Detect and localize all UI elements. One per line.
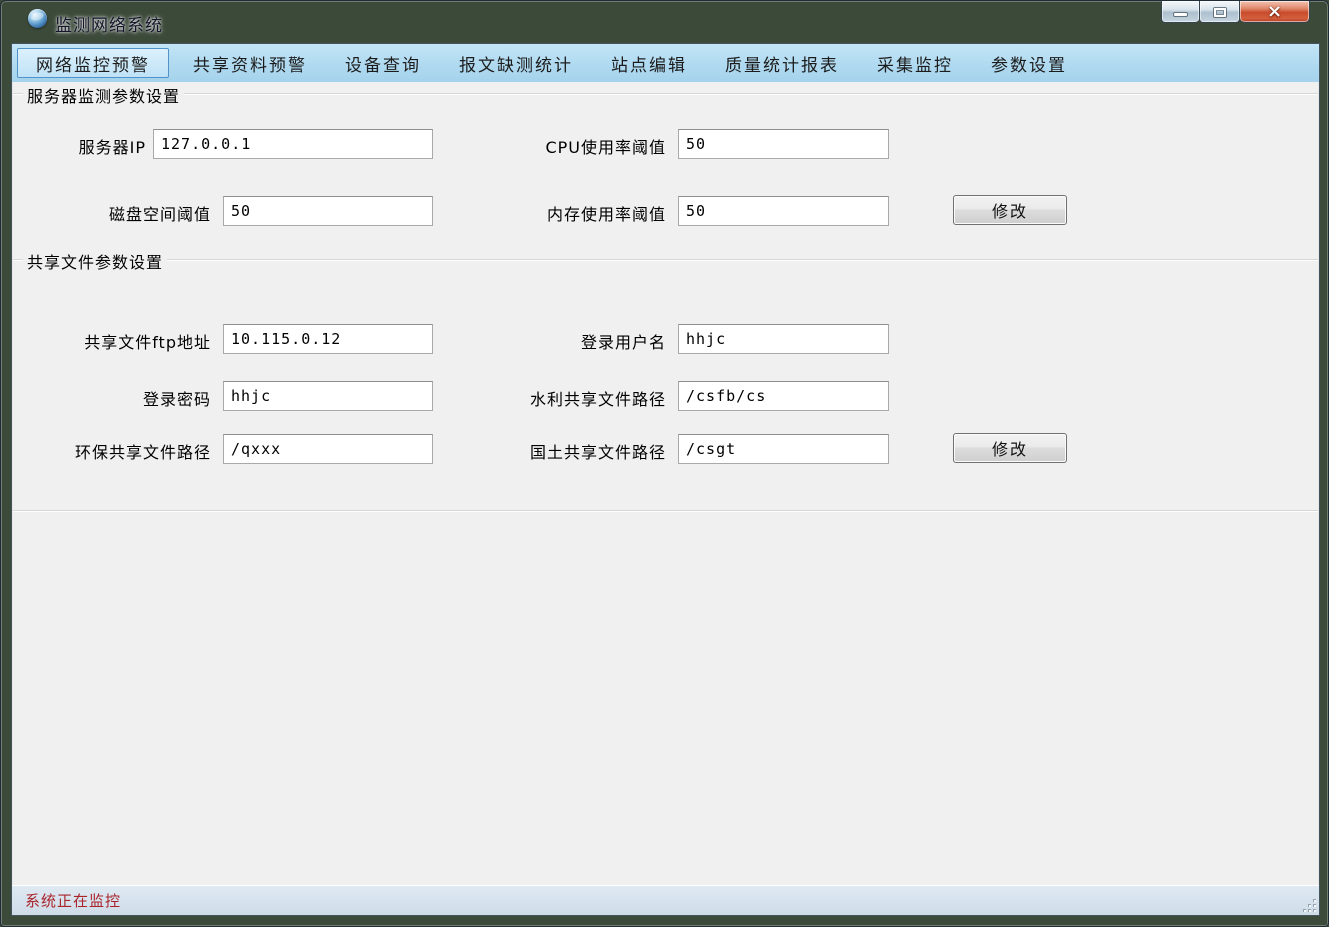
land-share-path-label: 国土共享文件路径 [493, 439, 666, 463]
cpu-threshold-input[interactable] [678, 129, 889, 159]
tab-station-edit[interactable]: 站点编辑 [597, 48, 701, 78]
tab-label: 参数设置 [991, 51, 1067, 76]
close-button[interactable]: × [1240, 1, 1310, 23]
minimize-button[interactable] [1161, 1, 1199, 23]
cpu-threshold-label: CPU使用率阈值 [493, 134, 666, 158]
globe-icon [28, 9, 47, 28]
memory-threshold-label: 内存使用率阈值 [493, 201, 666, 225]
resize-grip-icon[interactable] [1301, 897, 1317, 913]
login-password-input[interactable] [223, 381, 433, 411]
tab-label: 报文缺测统计 [459, 51, 573, 76]
status-text: 系统正在监控 [25, 890, 121, 911]
ftp-address-label: 共享文件ftp地址 [31, 329, 211, 353]
tab-bar: 网络监控预警 共享资料预警 设备查询 报文缺测统计 站点编辑 质量统计报表 采集… [12, 44, 1319, 82]
groupbox-divider [13, 510, 1318, 512]
disk-threshold-input[interactable] [223, 196, 433, 226]
app-window: 监测网络系统 × 网络监控预警 共享资料预警 设备查询 报文缺测统计 站点编辑 … [0, 0, 1329, 927]
share-modify-button[interactable]: 修改 [953, 433, 1067, 463]
tab-collection-monitor[interactable]: 采集监控 [863, 48, 967, 78]
close-icon: × [1267, 3, 1282, 21]
tab-device-query[interactable]: 设备查询 [331, 48, 435, 78]
window-title: 监测网络系统 [55, 11, 163, 36]
tab-parameter-settings[interactable]: 参数设置 [977, 48, 1081, 78]
disk-threshold-label: 磁盘空间阈值 [31, 201, 211, 225]
tab-label: 共享资料预警 [193, 51, 307, 76]
tab-label: 设备查询 [345, 51, 421, 76]
window-controls: × [1161, 1, 1310, 23]
tab-quality-report[interactable]: 质量统计报表 [711, 48, 853, 78]
server-ip-input[interactable] [153, 129, 433, 159]
tab-label: 采集监控 [877, 51, 953, 76]
login-password-label: 登录密码 [31, 386, 211, 410]
tab-network-monitoring-alert[interactable]: 网络监控预警 [17, 48, 169, 78]
title-bar[interactable]: 监测网络系统 × [1, 1, 1328, 43]
groupbox-divider [13, 93, 1318, 95]
tab-label: 站点编辑 [611, 51, 687, 76]
login-username-label: 登录用户名 [493, 329, 666, 353]
content-panel: 服务器监测参数设置 服务器IP CPU使用率阈值 磁盘空间阈值 内存使用率阈值 … [12, 82, 1319, 885]
groupbox-divider [13, 259, 1318, 261]
server-group-title: 服务器监测参数设置 [23, 83, 184, 107]
status-bar: 系统正在监控 [12, 885, 1319, 915]
client-area: 网络监控预警 共享资料预警 设备查询 报文缺测统计 站点编辑 质量统计报表 采集… [11, 43, 1320, 916]
tab-label: 网络监控预警 [36, 51, 150, 76]
server-modify-button[interactable]: 修改 [953, 195, 1067, 225]
maximize-icon [1214, 8, 1226, 17]
tab-label: 质量统计报表 [725, 51, 839, 76]
env-share-path-input[interactable] [223, 434, 433, 464]
tab-shared-data-alert[interactable]: 共享资料预警 [179, 48, 321, 78]
memory-threshold-input[interactable] [678, 196, 889, 226]
login-username-input[interactable] [678, 324, 889, 354]
ftp-address-input[interactable] [223, 324, 433, 354]
env-share-path-label: 环保共享文件路径 [31, 439, 211, 463]
server-ip-label: 服务器IP [31, 134, 146, 158]
water-share-path-label: 水利共享文件路径 [493, 386, 666, 410]
land-share-path-input[interactable] [678, 434, 889, 464]
maximize-button[interactable] [1199, 1, 1240, 23]
share-group-title: 共享文件参数设置 [23, 249, 167, 273]
minimize-icon [1174, 13, 1187, 16]
tab-message-missing-stats[interactable]: 报文缺测统计 [445, 48, 587, 78]
water-share-path-input[interactable] [678, 381, 889, 411]
